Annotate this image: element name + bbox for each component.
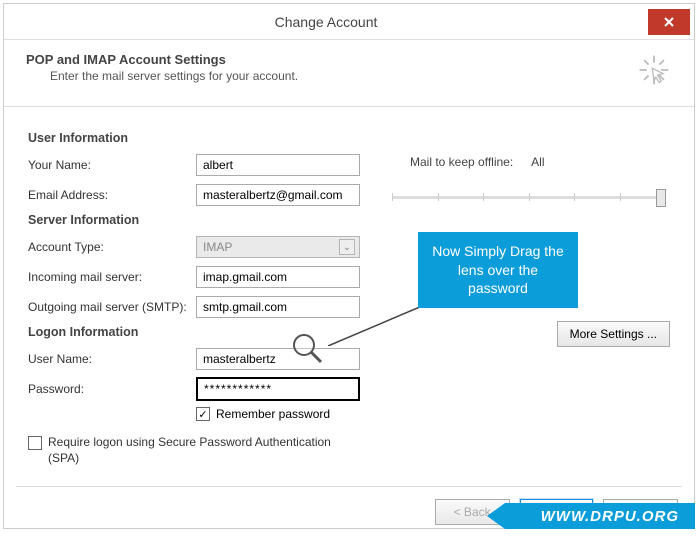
header-left: POP and IMAP Account Settings Enter the … xyxy=(26,52,298,88)
spa-label: Require logon using Secure Password Auth… xyxy=(48,435,358,466)
label-account-type: Account Type: xyxy=(28,240,196,254)
header-subtitle: Enter the mail server settings for your … xyxy=(26,69,298,83)
slider-thumb[interactable] xyxy=(656,189,666,207)
email-input[interactable] xyxy=(196,184,360,206)
header-title: POP and IMAP Account Settings xyxy=(26,52,298,67)
chevron-down-icon: ⌄ xyxy=(339,239,355,255)
label-your-name: Your Name: xyxy=(28,158,196,172)
label-email: Email Address: xyxy=(28,188,196,202)
close-icon xyxy=(663,16,675,28)
tooltip-callout: Now Simply Drag the lens over the passwo… xyxy=(418,232,578,308)
dialog-frame: Change Account POP and IMAP Account Sett… xyxy=(3,3,695,529)
username-input[interactable] xyxy=(196,348,360,370)
dialog-body: User Information Your Name: Email Addres… xyxy=(4,107,694,472)
more-settings-button[interactable]: More Settings ... xyxy=(557,321,670,347)
spa-checkbox[interactable] xyxy=(28,436,42,450)
incoming-server-input[interactable] xyxy=(196,266,360,288)
account-type-select: IMAP ⌄ xyxy=(196,236,360,258)
mail-keep-label: Mail to keep offline: xyxy=(410,155,513,169)
label-incoming: Incoming mail server: xyxy=(28,270,196,284)
window-title: Change Account xyxy=(4,14,648,30)
account-type-value: IMAP xyxy=(203,240,232,254)
mail-keep-row: Mail to keep offline: All xyxy=(410,155,670,169)
remember-password-row[interactable]: ✓ Remember password xyxy=(196,407,368,421)
outgoing-server-input[interactable] xyxy=(196,296,360,318)
remember-password-label: Remember password xyxy=(216,407,330,421)
mail-keep-slider[interactable] xyxy=(392,185,666,209)
titlebar: Change Account xyxy=(4,4,694,40)
watermark: WWW.DRPU.ORG xyxy=(505,503,695,529)
slider-ticks xyxy=(392,193,666,203)
label-outgoing: Outgoing mail server (SMTP): xyxy=(28,300,196,314)
password-input[interactable] xyxy=(196,377,360,401)
cursor-click-icon xyxy=(636,52,672,88)
section-logon-info: Logon Information xyxy=(28,325,368,339)
spa-row[interactable]: Require logon using Secure Password Auth… xyxy=(28,435,368,466)
section-user-info: User Information xyxy=(28,131,368,145)
close-button[interactable] xyxy=(648,9,690,35)
your-name-input[interactable] xyxy=(196,154,360,176)
left-column: User Information Your Name: Email Addres… xyxy=(28,125,368,466)
remember-password-checkbox[interactable]: ✓ xyxy=(196,407,210,421)
section-server-info: Server Information xyxy=(28,213,368,227)
label-password: Password: xyxy=(28,382,196,396)
label-username: User Name: xyxy=(28,352,196,366)
header: POP and IMAP Account Settings Enter the … xyxy=(4,40,694,107)
mail-keep-value: All xyxy=(531,155,544,169)
